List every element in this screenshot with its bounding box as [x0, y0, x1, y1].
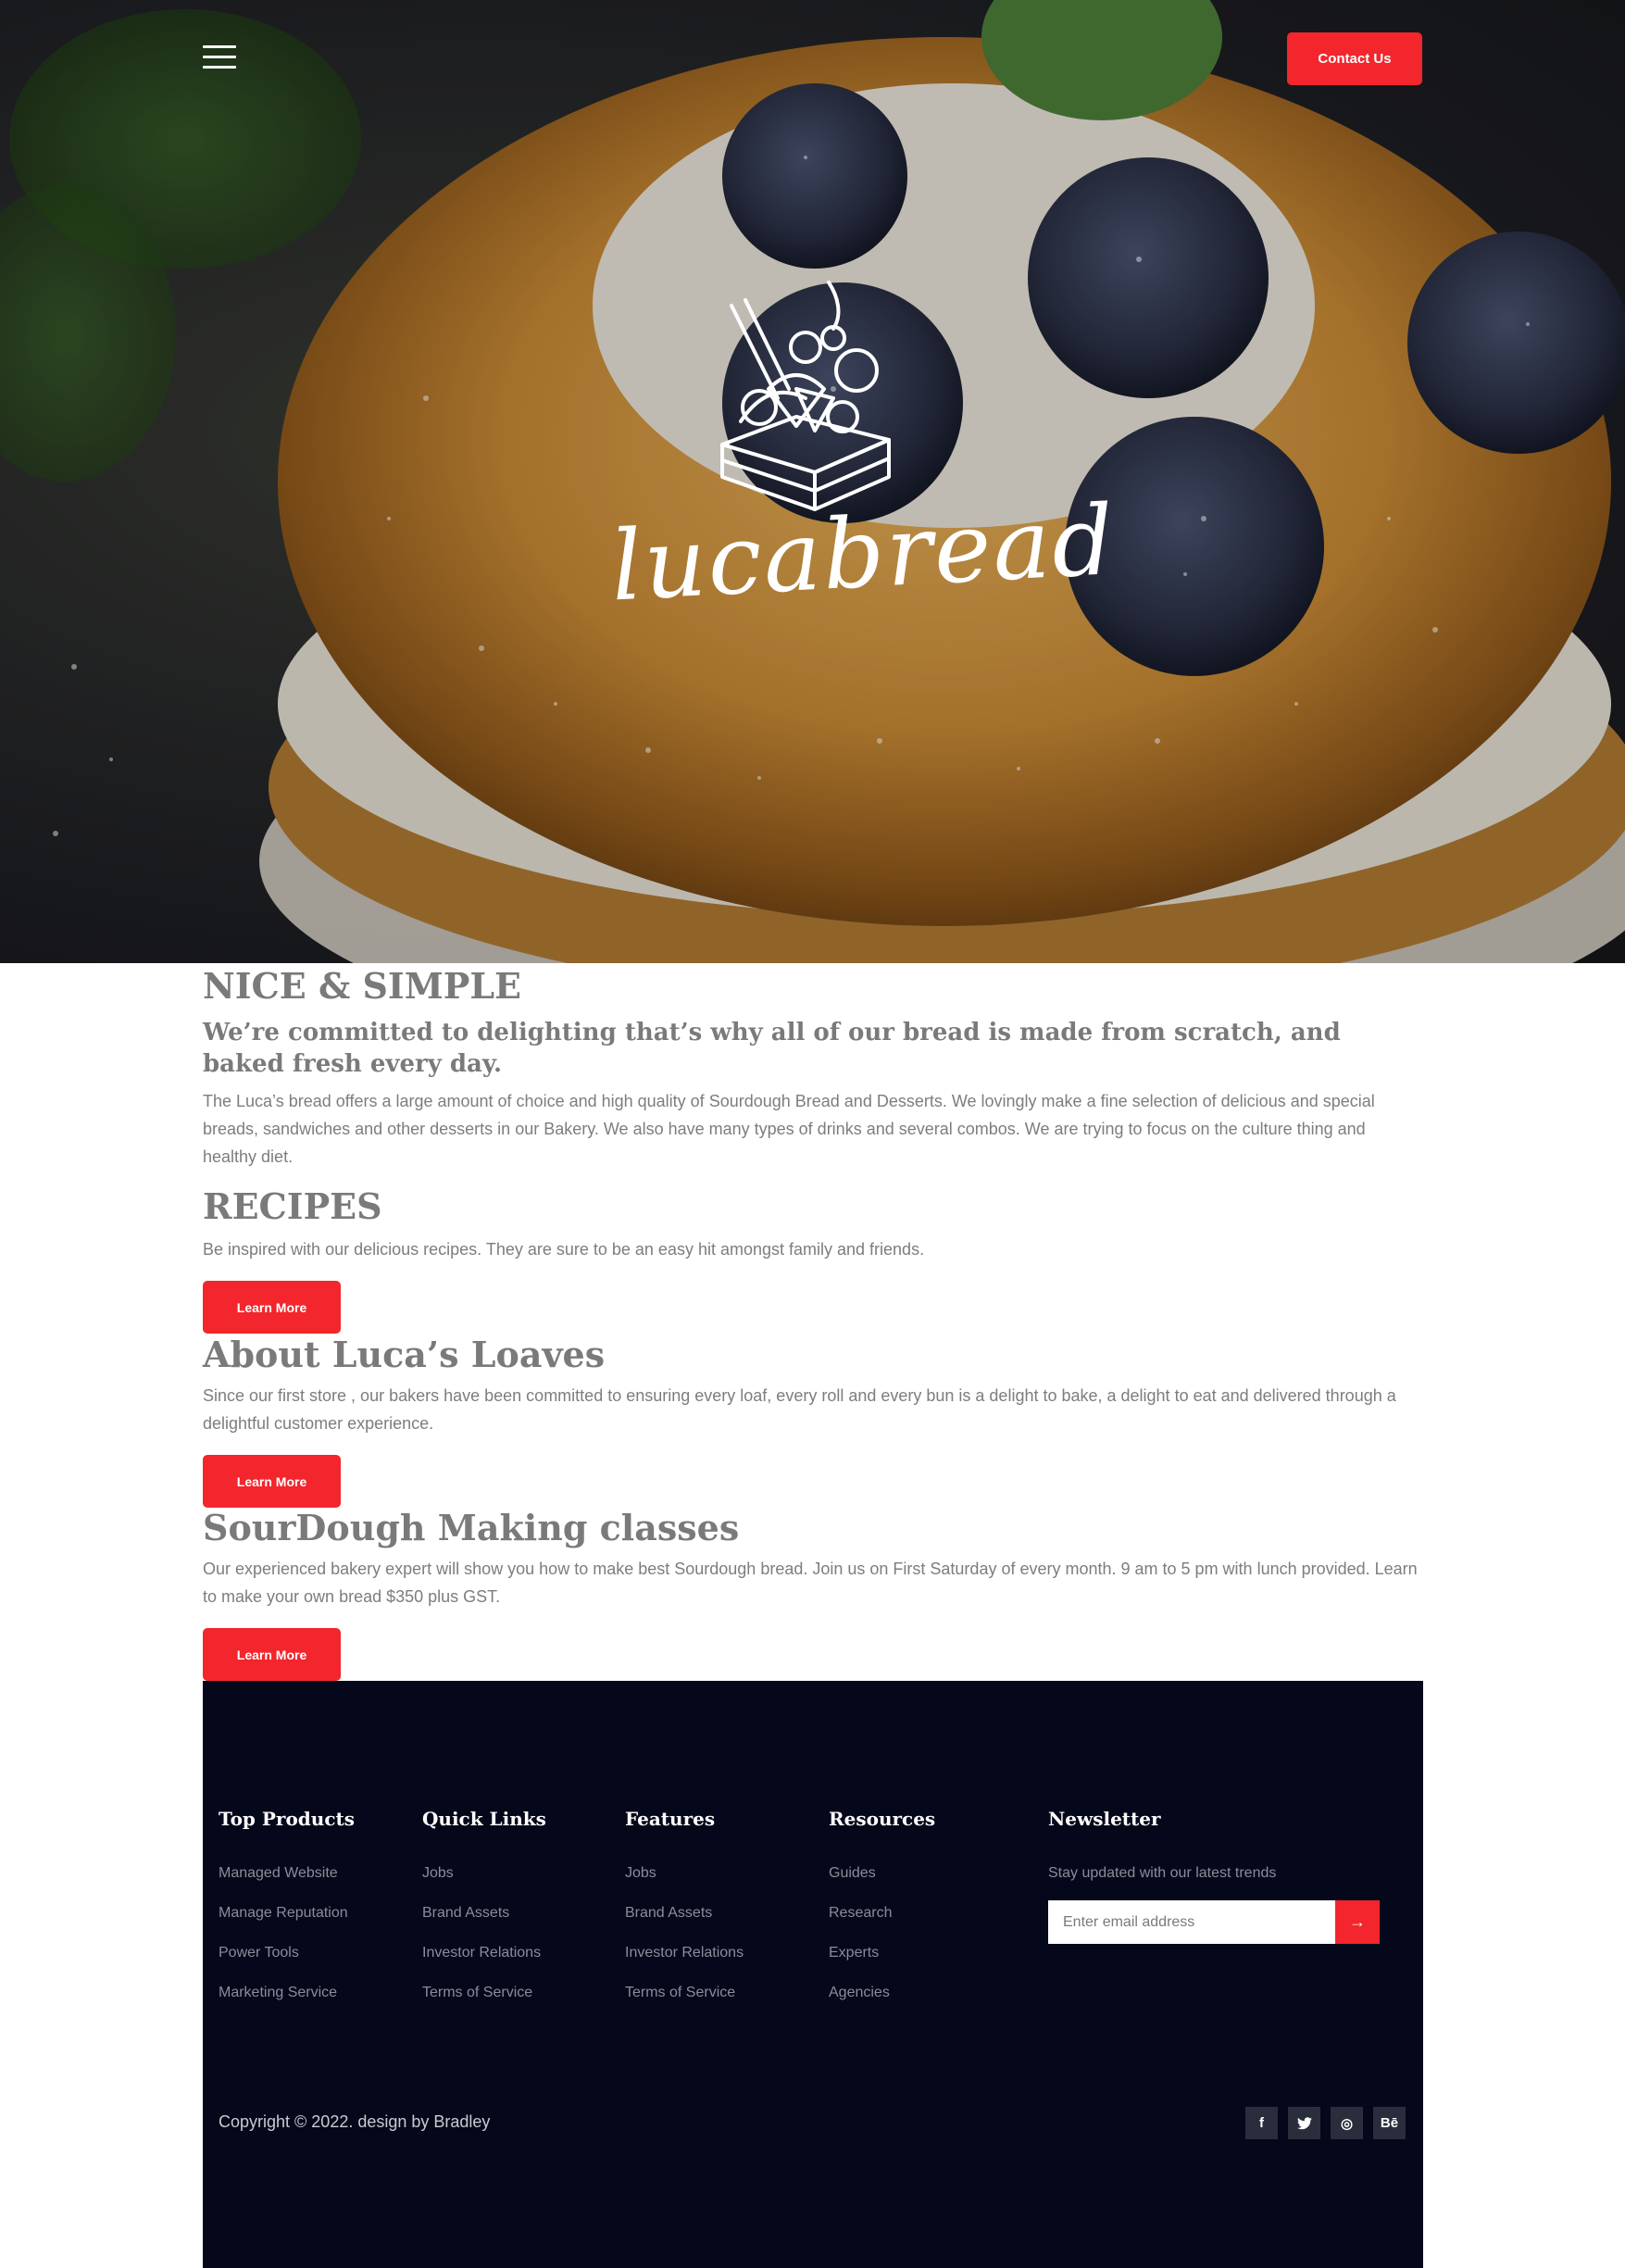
footer-column-title: Features	[625, 1808, 716, 1830]
footer-column-title: Top Products	[219, 1808, 355, 1830]
newsletter-text: Stay updated with our latest trends	[1048, 1865, 1277, 1881]
dribbble-icon[interactable]: ◎	[1331, 2107, 1363, 2139]
footer-column-top-products: Top Products Managed Website Manage Repu…	[219, 1808, 355, 2024]
hamburger-menu-icon[interactable]	[203, 44, 236, 69]
social-links: f ◎ Bē	[1245, 2107, 1406, 2139]
site-footer: Top Products Managed Website Manage Repu…	[203, 1681, 1423, 2268]
classes-title: SourDough Making classes	[203, 1507, 740, 1548]
intro-body: The Luca’s bread offers a large amount o…	[203, 1092, 1375, 1166]
footer-link[interactable]: Terms of Service	[625, 1985, 744, 2001]
footer-link[interactable]: Investor Relations	[422, 1945, 546, 1961]
footer-link[interactable]: Jobs	[625, 1865, 744, 1882]
footer-link[interactable]: Marketing Service	[219, 1985, 355, 2001]
footer-column-title: Quick Links	[422, 1808, 546, 1830]
recipes-title: RECIPES	[203, 1185, 382, 1227]
footer-link[interactable]: Guides	[829, 1865, 935, 1882]
footer-column-title: Resources	[829, 1808, 936, 1830]
footer-column-resources: Resources Guides Research Experts Agenci…	[829, 1808, 935, 2024]
footer-link[interactable]: Power Tools	[219, 1945, 355, 1961]
copyright-text: Copyright © 2022. design by Bradley	[219, 2112, 491, 2131]
recipes-body: Be inspired with our delicious recipes. …	[203, 1240, 925, 1259]
about-body: Since our first store , our bakers have …	[203, 1386, 1396, 1433]
newsletter-submit-button[interactable]: →	[1335, 1900, 1380, 1944]
footer-link[interactable]: Research	[829, 1905, 935, 1922]
arrow-right-icon: →	[1349, 1912, 1366, 1931]
footer-link[interactable]: Investor Relations	[625, 1945, 744, 1961]
footer-link[interactable]: Terms of Service	[422, 1985, 546, 2001]
footer-column-quick-links: Quick Links Jobs Brand Assets Investor R…	[422, 1808, 546, 2024]
footer-link[interactable]: Manage Reputation	[219, 1905, 355, 1922]
classes-learn-more-button[interactable]: Learn More	[203, 1628, 341, 1681]
footer-link[interactable]: Agencies	[829, 1985, 935, 2001]
behance-icon[interactable]: Bē	[1373, 2107, 1406, 2139]
footer-link[interactable]: Jobs	[422, 1865, 546, 1882]
newsletter-email-input[interactable]	[1048, 1900, 1335, 1944]
footer-link[interactable]: Brand Assets	[422, 1905, 546, 1922]
contact-us-button[interactable]: Contact Us	[1287, 32, 1422, 85]
about-learn-more-button[interactable]: Learn More	[203, 1455, 341, 1508]
twitter-icon[interactable]	[1288, 2107, 1320, 2139]
footer-column-features: Features Jobs Brand Assets Investor Rela…	[625, 1808, 744, 2024]
brand-logo-text: lucabread	[608, 483, 1119, 623]
recipes-learn-more-button[interactable]: Learn More	[203, 1281, 341, 1334]
facebook-icon[interactable]: f	[1245, 2107, 1278, 2139]
about-title: About Luca’s Loaves	[203, 1334, 606, 1375]
cake-box-icon	[720, 281, 891, 511]
newsletter-form: →	[1048, 1900, 1380, 1944]
footer-link[interactable]: Brand Assets	[625, 1905, 744, 1922]
footer-link[interactable]: Experts	[829, 1945, 935, 1961]
footer-newsletter: Newsletter Stay updated with our latest …	[1048, 1808, 1380, 1944]
intro-lead: We’re committed to delighting that’s why…	[203, 1019, 1341, 1078]
footer-link[interactable]: Managed Website	[219, 1865, 355, 1882]
classes-body: Our experienced bakery expert will show …	[203, 1560, 1418, 1606]
newsletter-title: Newsletter	[1048, 1808, 1161, 1830]
intro-title: NICE & SIMPLE	[203, 965, 522, 1007]
hero-banner: Contact Us lucabread	[0, 0, 1625, 963]
